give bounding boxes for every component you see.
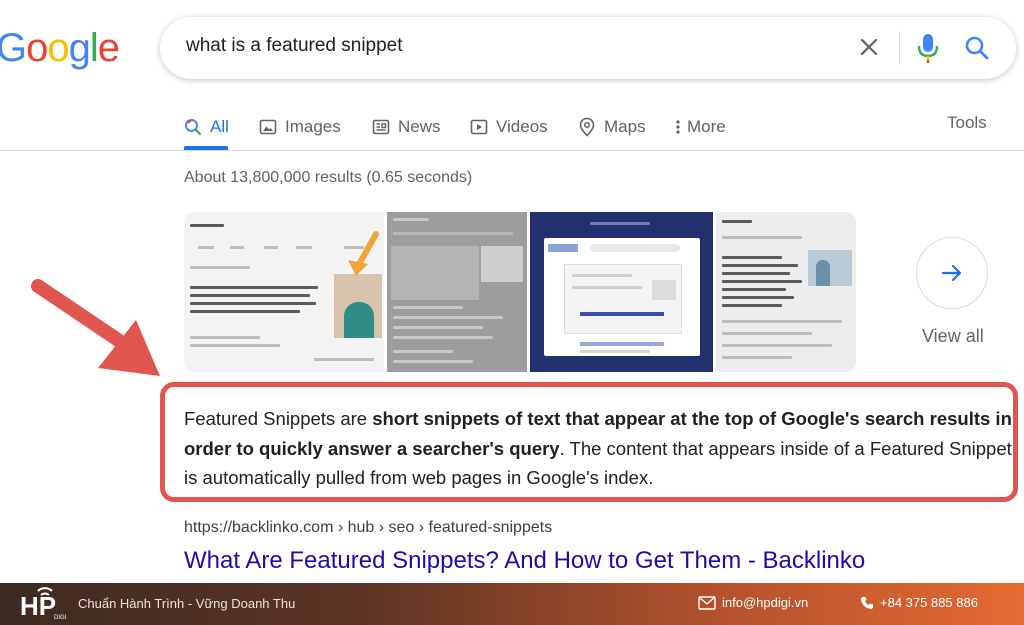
tab-label: Images: [285, 117, 341, 136]
tab-label: More: [687, 117, 726, 136]
logo-letter: o: [47, 26, 69, 70]
red-arrow-annotation: [31, 279, 160, 376]
search-icon[interactable]: [963, 34, 991, 62]
image-thumbnail[interactable]: [184, 212, 384, 372]
logo-letter: G: [0, 26, 27, 70]
footer-phone[interactable]: +84 375 885 886: [860, 595, 978, 610]
snippet-text-part: Featured Snippets are: [184, 408, 373, 429]
logo-letter: l: [89, 26, 99, 70]
featured-snippet-text: Featured Snippets are short snippets of …: [184, 404, 1014, 493]
footer-email-text: info@hpdigi.vn: [722, 595, 809, 610]
image-thumbnail[interactable]: [530, 212, 713, 372]
footer-tagline: Chuẩn Hành Trình - Vững Doanh Thu: [78, 596, 296, 611]
hpdigi-logo: HP DIGI: [20, 587, 67, 621]
tab-videos[interactable]: Videos: [470, 112, 548, 142]
footer-phone-text: +84 375 885 886: [880, 595, 978, 610]
image-thumbnail[interactable]: [387, 212, 527, 372]
image-results-strip[interactable]: [184, 212, 856, 372]
logo-letter: g: [68, 26, 91, 70]
tab-news[interactable]: News: [372, 112, 441, 142]
tab-label: News: [398, 117, 441, 136]
tab-images[interactable]: Images: [259, 112, 341, 142]
logo-letter: e: [97, 26, 120, 70]
result-url-breadcrumb[interactable]: https://backlinko.com › hub › seo › feat…: [184, 519, 552, 537]
tab-label: Maps: [604, 117, 646, 136]
close-icon[interactable]: [854, 32, 884, 62]
tab-maps[interactable]: Maps: [578, 112, 646, 142]
view-all-button[interactable]: [916, 237, 988, 309]
footer-email[interactable]: info@hpdigi.vn: [698, 595, 808, 610]
logo-letter: o: [26, 26, 48, 70]
image-thumbnail[interactable]: [716, 212, 856, 372]
result-stats: About 13,800,000 results (0.65 seconds): [184, 169, 473, 186]
arrow-right-icon: [941, 264, 962, 282]
microphone-icon[interactable]: [915, 31, 941, 65]
search-divider: [899, 31, 900, 65]
brand-footer-bar: HP DIGI Chuẩn Hành Trình - Vững Doanh Th…: [0, 583, 1024, 625]
search-input[interactable]: what is a featured snippet: [186, 35, 403, 57]
map-pin-icon: [579, 117, 595, 137]
video-icon: [470, 119, 488, 135]
svg-text:DIGI: DIGI: [54, 615, 67, 621]
search-box[interactable]: what is a featured snippet: [160, 17, 1016, 79]
svg-text:HP: HP: [20, 591, 56, 621]
header-divider: [0, 150, 1024, 151]
search-icon: [185, 119, 202, 136]
mail-icon: [698, 595, 716, 610]
result-title-link[interactable]: What Are Featured Snippets? And How to G…: [184, 547, 865, 575]
google-logo[interactable]: Google: [0, 22, 120, 74]
image-icon: [259, 119, 277, 135]
phone-icon: [861, 596, 873, 609]
tab-all[interactable]: All: [184, 112, 229, 142]
tab-more[interactable]: More: [674, 112, 726, 142]
news-icon: [372, 119, 390, 135]
view-all-label[interactable]: View all: [922, 326, 984, 347]
more-vert-icon: [676, 120, 680, 134]
tab-label: All: [210, 117, 229, 136]
tab-label: Videos: [496, 117, 548, 136]
tools-button[interactable]: Tools: [947, 113, 987, 133]
